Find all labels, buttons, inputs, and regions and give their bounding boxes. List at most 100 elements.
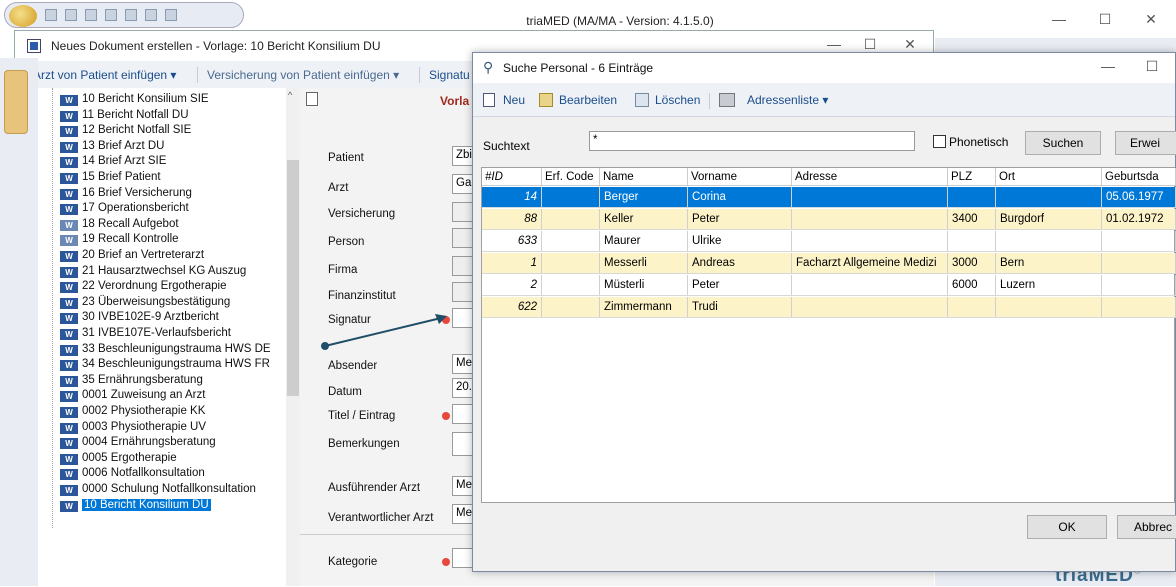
table-cell-adresse xyxy=(792,297,948,317)
word-document-icon: W xyxy=(60,453,78,465)
tree-item[interactable]: W 30 IVBE102E-9 Arztbericht xyxy=(60,310,219,325)
main-close-button[interactable]: ✕ xyxy=(1128,8,1174,34)
table-row[interactable]: 14 Berger Corina 05.06.1977 xyxy=(482,187,1176,208)
tree-item[interactable]: W 10 Bericht Konsilium DU xyxy=(60,498,211,512)
column-header[interactable]: Adresse xyxy=(792,168,948,186)
tree-item-label: 23 Überweisungsbestätigung xyxy=(82,295,231,308)
extended-search-button[interactable]: Erwei xyxy=(1115,131,1176,155)
qa-star-icon[interactable] xyxy=(105,9,117,21)
main-maximize-button[interactable]: ☐ xyxy=(1082,8,1128,34)
tree-item[interactable]: W 22 Verordnung Ergotherapie xyxy=(60,279,227,294)
template-tree[interactable]: W 10 Bericht Konsilium SIE W 11 Bericht Not… xyxy=(38,88,300,586)
search-button[interactable]: Suchen xyxy=(1025,131,1101,155)
qa-person-icon[interactable] xyxy=(45,9,57,21)
table-cell-geb xyxy=(1102,275,1176,295)
required-indicator-icon xyxy=(442,412,450,420)
new-button[interactable]: Neu xyxy=(503,93,525,107)
column-header[interactable]: PLZ xyxy=(948,168,996,186)
tree-item[interactable]: W 21 Hausarztwechsel KG Auszug xyxy=(60,264,246,278)
table-cell-id: 14 xyxy=(482,187,542,207)
scroll-up-icon[interactable]: ^ xyxy=(288,90,292,100)
edit-button[interactable]: Bearbeiten xyxy=(559,93,617,107)
tree-item[interactable]: W 0006 Notfallkonsultation xyxy=(60,466,205,481)
word-document-icon: W xyxy=(60,251,78,262)
column-header[interactable]: #ID xyxy=(482,168,542,186)
tree-item[interactable]: W 0003 Physiotherapie UV xyxy=(60,420,206,434)
search-text-input[interactable]: * xyxy=(589,131,915,151)
arzt-label: Arzt xyxy=(328,182,349,194)
address-list-button[interactable]: Adressenliste ▾ xyxy=(747,93,828,107)
tree-item-label: 10 Bericht Konsilium SIE xyxy=(82,93,209,105)
tree-item[interactable]: W 33 Beschleunigungstrauma HWS DE xyxy=(60,342,271,356)
column-header[interactable]: Vorname xyxy=(688,168,792,186)
tree-item[interactable]: W 13 Brief Arzt DU xyxy=(60,139,164,153)
tree-item[interactable]: W 0001 Zuweisung an Arzt xyxy=(60,388,205,403)
tree-item[interactable]: W 0004 Ernährungsberatung xyxy=(60,435,216,450)
app-orb-icon[interactable] xyxy=(9,5,37,27)
search-icon: ⚲ xyxy=(483,59,494,75)
table-row[interactable]: 88 Keller Peter 3400 Burgdorf 01.02.1972 xyxy=(482,209,1176,230)
qa-image-icon[interactable] xyxy=(165,9,177,21)
tree-item[interactable]: W 11 Bericht Notfall DU xyxy=(60,108,189,122)
insert-insurance-from-patient-button[interactable]: Versicherung von Patient einfügen ▾ xyxy=(207,68,399,82)
column-header[interactable]: Name xyxy=(600,168,688,186)
table-cell-name: Zimmermann xyxy=(600,297,688,317)
word-document-icon: W xyxy=(60,344,78,356)
qa-chart-icon[interactable] xyxy=(145,9,157,21)
delete-button[interactable]: Löschen xyxy=(655,93,700,107)
qa-list-icon[interactable] xyxy=(85,9,97,21)
tree-item[interactable]: W 0005 Ergotherapie xyxy=(60,451,177,465)
quick-access-toolbar[interactable] xyxy=(4,2,244,28)
tree-item[interactable]: W 19 Recall Kontrolle xyxy=(60,232,179,247)
word-document-icon: W xyxy=(60,266,78,278)
table-row[interactable]: 2 Müsterli Peter 6000 Luzern xyxy=(482,275,1176,296)
table-row[interactable]: 1 Messerli Andreas Facharzt Allgemeine Medi… xyxy=(482,253,1176,274)
table-cell-plz xyxy=(948,187,996,207)
table-cell-id: 1 xyxy=(482,253,542,273)
cancel-button[interactable]: Abbrec xyxy=(1117,515,1176,539)
verantwortlicher-arzt-label: Verantwortlicher Arzt xyxy=(328,512,434,524)
table-row[interactable]: 633 Maurer Ulrike xyxy=(482,231,1176,252)
tree-scrollbar-thumb[interactable] xyxy=(287,160,299,396)
tree-item[interactable]: W 12 Bericht Notfall SIE xyxy=(60,123,191,138)
word-document-icon: W xyxy=(60,297,78,309)
tree-item[interactable]: W 17 Operationsbericht xyxy=(60,201,189,216)
nav-tab[interactable] xyxy=(4,70,28,134)
tree-item-label: 0000 Schulung Notfallkonsultation xyxy=(82,483,256,495)
tree-item[interactable]: W 0000 Schulung Notfallkonsultation xyxy=(60,482,256,496)
tree-item[interactable]: W 18 Recall Aufgebot xyxy=(60,217,179,231)
qa-calendar-icon[interactable] xyxy=(65,9,77,21)
tree-item[interactable]: W 34 Beschleunigungstrauma HWS FR xyxy=(60,357,270,372)
required-indicator-icon xyxy=(442,558,450,566)
tree-item[interactable]: W 23 Überweisungsbestätigung xyxy=(60,295,230,309)
tree-item[interactable]: W 0002 Physiotherapie KK xyxy=(60,404,205,418)
ok-button[interactable]: OK xyxy=(1027,515,1107,539)
tree-item[interactable]: W 10 Bericht Konsilium SIE xyxy=(60,92,209,106)
dialog-maximize-button[interactable]: ☐ xyxy=(1129,55,1175,81)
word-document-icon: W xyxy=(60,235,78,247)
table-row[interactable]: 622 Zimmermann Trudi xyxy=(482,297,1176,318)
tree-item-label: 15 Brief Patient xyxy=(82,171,161,183)
tree-item[interactable]: W 20 Brief an Vertreterarzt xyxy=(60,248,204,262)
tree-item[interactable]: W 15 Brief Patient xyxy=(60,170,161,184)
toolbar-separator xyxy=(709,93,710,109)
tree-item[interactable]: W 35 Ernährungsberatung xyxy=(60,373,203,387)
signature-button[interactable]: Signatu xyxy=(429,68,470,82)
left-nav-strip xyxy=(0,58,38,586)
tree-item[interactable]: W 14 Brief Arzt SIE xyxy=(60,154,166,169)
main-minimize-button[interactable]: — xyxy=(1036,8,1082,34)
qa-table-icon[interactable] xyxy=(125,9,137,21)
column-header[interactable]: Ort xyxy=(996,168,1102,186)
column-header[interactable]: Erf. Code xyxy=(542,168,600,186)
document-icon xyxy=(27,39,41,53)
phonetic-label: Phonetisch xyxy=(949,135,1009,149)
column-header[interactable]: Geburtsda xyxy=(1102,168,1176,186)
dialog-minimize-button[interactable]: — xyxy=(1085,55,1131,81)
table-cell-erf xyxy=(542,253,600,273)
phonetic-checkbox[interactable] xyxy=(933,135,946,148)
insert-doctor-from-patient-button[interactable]: Arzt von Patient einfügen ▾ xyxy=(33,68,176,82)
staff-results-grid[interactable]: #ID Erf. Code Name Vorname Adresse PLZ Ort Gebu… xyxy=(481,167,1176,503)
tree-item[interactable]: W 16 Brief Versicherung xyxy=(60,186,192,200)
tree-item[interactable]: W 31 IVBE107E-Verlaufsbericht xyxy=(60,326,231,340)
table-cell-erf xyxy=(542,275,600,295)
